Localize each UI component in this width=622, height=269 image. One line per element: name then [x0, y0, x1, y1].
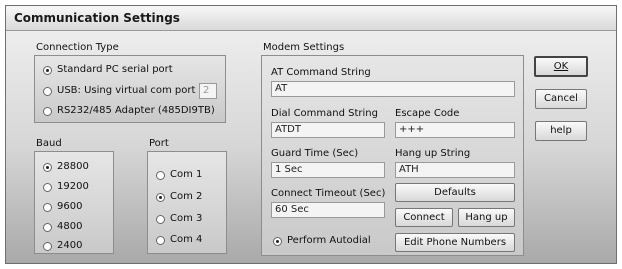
radio-baud-2400[interactable]	[43, 242, 52, 251]
port-group: Com 1 Com 2 Com 3 Com 4	[147, 151, 227, 254]
defaults-button[interactable]: Defaults	[395, 183, 515, 202]
baud-group: 28800 19200 9600 4800 2400	[34, 151, 114, 254]
baud-19200-label: 19200	[57, 181, 89, 192]
baud-28800-label: 28800	[57, 161, 89, 172]
at-command-field[interactable]: AT	[271, 81, 515, 97]
modem-settings-heading: Modem Settings	[263, 42, 345, 53]
dial-command-label: Dial Command String	[271, 108, 378, 119]
radio-com-4[interactable]	[156, 236, 165, 245]
radio-com-3[interactable]	[156, 215, 165, 224]
connect-timeout-label: Connect Timeout (Sec)	[271, 188, 386, 199]
window-title: Communication Settings	[14, 11, 180, 25]
radio-usb-virtual-com[interactable]	[43, 87, 52, 96]
hangup-string-label: Hang up String	[395, 148, 471, 159]
baud-2400-label: 2400	[57, 240, 83, 251]
rs232-485-label: RS232/485 Adapter (485DI9TB)	[57, 105, 215, 116]
com-1-label: Com 1	[170, 169, 203, 180]
radio-baud-28800[interactable]	[43, 163, 52, 172]
radio-baud-19200[interactable]	[43, 183, 52, 192]
baud-4800-label: 4800	[57, 221, 83, 232]
standard-serial-label: Standard PC serial port	[57, 64, 173, 75]
hangup-string-field[interactable]: ATH	[395, 162, 515, 178]
com-2-label: Com 2	[170, 191, 203, 202]
baud-9600-label: 9600	[57, 201, 83, 212]
guard-time-label: Guard Time (Sec)	[271, 148, 359, 159]
communication-settings-window: Communication Settings Connection Type S…	[5, 5, 617, 264]
com-3-label: Com 3	[170, 213, 203, 224]
perform-autodial-label: Perform Autodial	[287, 235, 371, 246]
edit-phone-numbers-button[interactable]: Edit Phone Numbers	[395, 233, 515, 252]
radio-com-1[interactable]	[156, 171, 165, 180]
usb-virtual-com-label: USB: Using virtual com port #	[57, 85, 207, 96]
help-button[interactable]: help	[535, 121, 587, 141]
radio-baud-4800[interactable]	[43, 223, 52, 232]
baud-heading: Baud	[36, 138, 62, 149]
cancel-button[interactable]: Cancel	[535, 89, 587, 109]
port-heading: Port	[149, 138, 169, 149]
radio-rs232-485[interactable]	[43, 107, 52, 116]
com-port-number-field[interactable]: 2	[199, 83, 217, 99]
modem-settings-group: AT Command String AT Dial Command String…	[261, 55, 524, 256]
guard-time-field[interactable]: 1 Sec	[271, 162, 385, 178]
ok-button-label: OK	[553, 61, 569, 72]
radio-com-2[interactable]	[156, 193, 165, 202]
escape-code-label: Escape Code	[395, 108, 460, 119]
escape-code-field[interactable]: +++	[395, 122, 515, 138]
title-bar: Communication Settings	[6, 6, 616, 31]
connect-timeout-field[interactable]: 60 Sec	[271, 202, 385, 218]
hangup-button[interactable]: Hang up	[458, 208, 515, 227]
dial-command-field[interactable]: ATDT	[271, 122, 385, 138]
radio-baud-9600[interactable]	[43, 203, 52, 212]
connection-type-group: Standard PC serial port USB: Using virtu…	[34, 55, 226, 123]
connect-button[interactable]: Connect	[395, 208, 453, 227]
com-4-label: Com 4	[170, 234, 203, 245]
perform-autodial-radio[interactable]	[273, 237, 282, 246]
ok-button[interactable]: OK	[534, 56, 588, 77]
connection-type-heading: Connection Type	[36, 42, 119, 53]
at-command-label: AT Command String	[271, 67, 371, 78]
radio-standard-serial[interactable]	[43, 66, 52, 75]
